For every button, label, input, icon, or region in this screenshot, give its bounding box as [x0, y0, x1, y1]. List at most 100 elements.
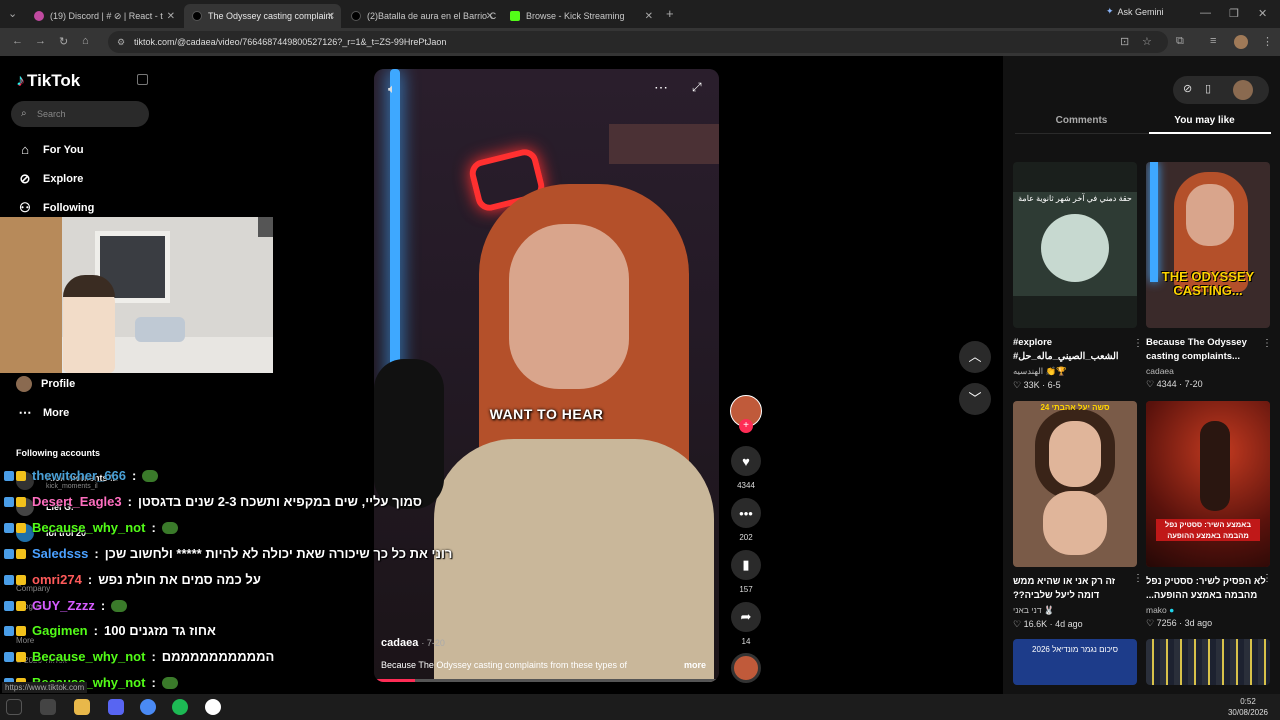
reading-list-icon[interactable]: ≡ [1210, 35, 1216, 47]
tab-comments[interactable]: Comments [1015, 115, 1148, 126]
nav-profile[interactable]: Profile [16, 376, 75, 392]
like-button[interactable]: ♥ 4344 [730, 446, 762, 490]
menu-icon[interactable]: ⋮ [1262, 35, 1273, 48]
save-button[interactable]: ▮ 157 [730, 550, 762, 594]
fullscreen-icon[interactable]: ⤢ [692, 80, 702, 95]
following-icon: ⚇ [19, 200, 31, 215]
user-avatar[interactable] [1233, 80, 1253, 100]
compass-icon[interactable]: ⊘ [1183, 82, 1192, 95]
spotify-icon[interactable] [172, 699, 188, 715]
chat-message: Because_why_not: [4, 520, 178, 535]
creator-avatar-button[interactable]: + [730, 395, 762, 433]
card-more-icon[interactable]: ⋮ [1133, 338, 1143, 349]
share-button[interactable]: ➦ 14 [730, 602, 762, 646]
close-icon[interactable]: ✕ [327, 11, 335, 22]
video-author[interactable]: cadaea [381, 637, 418, 649]
reload-icon[interactable]: ↻ [59, 35, 68, 48]
card-author[interactable]: cadaea [1146, 366, 1270, 376]
search-icon[interactable] [40, 699, 56, 715]
close-window-icon[interactable]: ✕ [1258, 7, 1267, 20]
cast-icon[interactable]: ⊡ [1120, 35, 1129, 48]
recommended-card[interactable]: حقة دمني في آخر شهر ثانوية عامة #explore… [1013, 162, 1143, 391]
close-icon[interactable]: ✕ [486, 11, 494, 22]
previous-video-button[interactable]: ︿ [959, 341, 991, 373]
card-author[interactable]: الهندسيه 👏🏆 [1013, 366, 1137, 377]
close-icon[interactable]: ✕ [167, 11, 175, 22]
tab-batalla[interactable]: (2)Batalla de aura en el Barrio C ✕ [343, 4, 500, 28]
card-author[interactable]: דני באני 🐰 [1013, 605, 1137, 616]
kick-icon [510, 11, 520, 21]
bookmark-star-icon[interactable]: ☆ [1142, 35, 1152, 48]
more-options-icon[interactable]: ⋯ [654, 79, 668, 96]
site-info-icon[interactable]: ⚙ [117, 31, 125, 53]
home-icon[interactable]: ⌂ [82, 35, 89, 47]
search-input[interactable]: ⌕ Search [11, 101, 149, 127]
tab-kick[interactable]: Browse - Kick Streaming ✕ [502, 4, 659, 28]
chat-username[interactable]: omri274 [32, 572, 82, 587]
share-count: 14 [741, 637, 751, 646]
next-video-button[interactable]: ﹀ [959, 383, 991, 415]
wall-fixture [258, 217, 273, 237]
chat-username[interactable]: Gagimen [32, 623, 88, 638]
tab-you-may-like[interactable]: You may like [1138, 115, 1271, 126]
progress-track[interactable] [374, 679, 719, 682]
nav-for-you[interactable]: ⌂ For You [16, 142, 83, 157]
video-date: · 7-20 [421, 638, 445, 648]
wooden-door [0, 217, 62, 373]
card-more-icon[interactable]: ⋮ [1262, 338, 1272, 349]
recommended-card[interactable] [1146, 639, 1270, 685]
recommended-card[interactable]: סיכום נגמר מונדיאל 2026 [1013, 639, 1137, 685]
chat-username[interactable]: Saledsss [32, 546, 88, 561]
device-icon[interactable]: ▯ [1205, 82, 1211, 95]
discord-icon[interactable] [108, 699, 124, 715]
nav-label: Explore [43, 173, 84, 185]
forward-icon[interactable]: → [35, 35, 46, 47]
nav-explore[interactable]: ⊘ Explore [16, 171, 84, 187]
chat-text: על כמה סמים את חולת נפש [98, 572, 261, 587]
card-more-icon[interactable]: ⋮ [1133, 573, 1143, 584]
windows-start-icon[interactable] [6, 699, 22, 715]
nav-following[interactable]: ⚇ Following [16, 200, 94, 216]
recommended-card[interactable]: באמצע השיר: ססטיק נפל מהבמה באמצע ההופעה… [1146, 401, 1272, 629]
card-more-icon[interactable]: ⋮ [1262, 573, 1272, 584]
chat-badge-icon [16, 651, 26, 662]
nav-more[interactable]: ⋯ More [16, 405, 70, 421]
chat-username[interactable]: Desert_Eagle3 [32, 494, 122, 509]
tab-search-icon[interactable]: ⌄ [8, 7, 17, 20]
chat-username[interactable]: thewitcher_666 [32, 468, 126, 483]
card-meta: ♡ 16.6K · 4d ago [1013, 619, 1083, 629]
collapse-sidebar-icon[interactable] [137, 74, 148, 85]
music-disc-button[interactable] [730, 653, 762, 683]
volume-icon[interactable]: 🔈︎ [388, 81, 396, 97]
tab-tiktok[interactable]: The Odyssey casting complaint ✕ [184, 4, 341, 28]
panel-tabs: Comments You may like [1015, 112, 1271, 134]
maximize-icon[interactable]: ❐ [1229, 7, 1239, 20]
tiktok-logo[interactable]: ♪ TikTok [16, 71, 80, 91]
card-author[interactable]: mako [1146, 605, 1167, 615]
minimize-icon[interactable]: — [1200, 7, 1211, 19]
obs-icon[interactable] [205, 699, 221, 715]
microphone [374, 359, 444, 509]
file-explorer-icon[interactable] [74, 699, 90, 715]
chat-username[interactable]: GUY_Zzzz [32, 598, 95, 613]
new-tab-button[interactable]: + [666, 6, 674, 21]
chat-username[interactable]: Because_why_not [32, 520, 145, 535]
video-player[interactable]: 🔈︎ ⋯ ⤢ WANT TO HEAR cadaea · 7-20 Becaus… [374, 69, 719, 682]
close-icon[interactable]: ✕ [645, 11, 653, 22]
ask-gemini-button[interactable]: ✦ Ask Gemini [1106, 6, 1164, 17]
system-clock[interactable]: 0:52 30/08/2026 [1220, 696, 1276, 718]
recommended-card[interactable]: סשה יעל אהבתי 24 זה רק אני או שהיא ממש ד… [1013, 401, 1143, 630]
chat-username[interactable]: Because_why_not [32, 649, 145, 664]
comment-button[interactable]: ••• 202 [730, 498, 762, 542]
tab-label: (2)Batalla de aura en el Barrio C [367, 11, 497, 21]
tab-discord[interactable]: (19) Discord | # ⊘ | React - t ✕ [26, 4, 181, 28]
back-icon[interactable]: ← [12, 35, 23, 47]
description-more-button[interactable]: more [684, 660, 706, 670]
extensions-icon[interactable]: ⧉ [1176, 35, 1184, 48]
recommended-card[interactable]: THE ODYSSEY CASTING... Because The Odyss… [1146, 162, 1272, 390]
chrome-icon[interactable] [140, 699, 156, 715]
follow-plus-icon[interactable]: + [739, 419, 753, 433]
card-title: Because The Odyssey casting complaints..… [1146, 337, 1247, 362]
profile-avatar[interactable] [1234, 35, 1248, 49]
url-field[interactable]: ⚙ tiktok.com/@cadaea/video/7664687449800… [108, 31, 1168, 53]
